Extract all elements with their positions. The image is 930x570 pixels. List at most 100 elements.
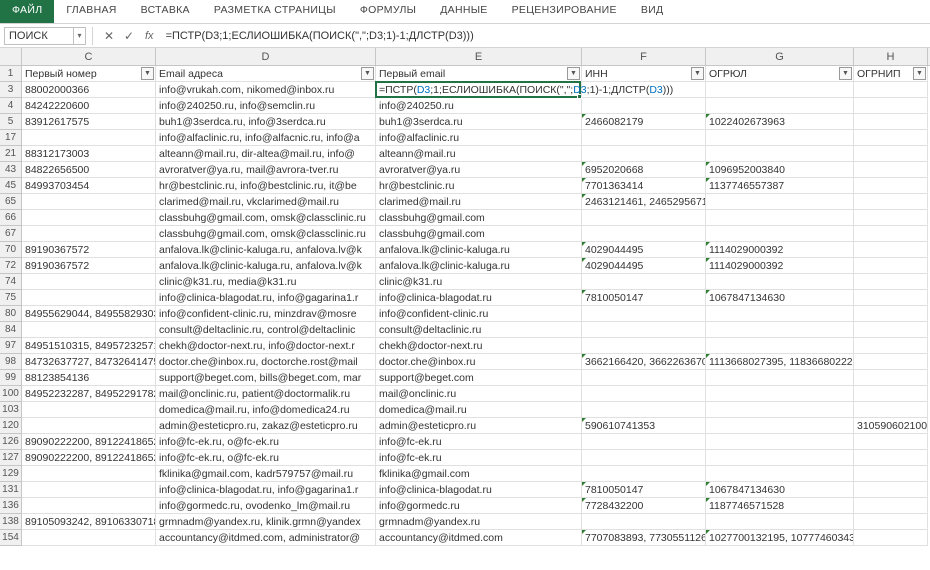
row-header[interactable]: 45 — [0, 178, 21, 194]
cell-h21[interactable] — [854, 146, 928, 161]
filter-dropdown-icon[interactable]: ▼ — [361, 67, 374, 80]
cell-e103[interactable]: domedica@mail.ru — [376, 402, 582, 417]
cell-e17[interactable]: info@alfaclinic.ru — [376, 130, 582, 145]
row-header[interactable]: 99 — [0, 370, 21, 386]
ribbon-tab-formulas[interactable]: ФОРМУЛЫ — [348, 0, 428, 23]
cell-g75[interactable]: 1067847134630 — [706, 290, 854, 305]
cell-d1[interactable]: Email адреса▼ — [156, 66, 376, 81]
row-header[interactable]: 97 — [0, 338, 21, 354]
cell-g67[interactable] — [706, 226, 854, 241]
row-header[interactable]: 103 — [0, 402, 21, 418]
cell-c100[interactable]: 84952232287, 84952291782, — [22, 386, 156, 401]
cell-e1[interactable]: Первый email▼ — [376, 66, 582, 81]
cell-e45[interactable]: hr@bestclinic.ru — [376, 178, 582, 193]
cell-g74[interactable] — [706, 274, 854, 289]
cell-g131[interactable]: 1067847134630 — [706, 482, 854, 497]
cell-f17[interactable] — [582, 130, 706, 145]
filter-dropdown-icon[interactable]: ▼ — [691, 67, 704, 80]
filter-dropdown-icon[interactable]: ▼ — [839, 67, 852, 80]
cell-h138[interactable] — [854, 514, 928, 529]
cell-g3[interactable] — [706, 82, 854, 97]
cell-g17[interactable] — [706, 130, 854, 145]
ribbon-tab-home[interactable]: ГЛАВНАЯ — [54, 0, 128, 23]
cell-f84[interactable] — [582, 322, 706, 337]
cell-d98[interactable]: doctor.che@inbox.ru, doctorche.rost@mail — [156, 354, 376, 369]
cell-c1[interactable]: Первый номер▼ — [22, 66, 156, 81]
cell-e98[interactable]: doctor.che@inbox.ru — [376, 354, 582, 369]
cell-g97[interactable] — [706, 338, 854, 353]
cell-f100[interactable] — [582, 386, 706, 401]
cell-c136[interactable] — [22, 498, 156, 513]
cell-d70[interactable]: anfalova.lk@clinic-kaluga.ru, anfalova.l… — [156, 242, 376, 257]
row-header[interactable]: 129 — [0, 466, 21, 482]
row-header[interactable]: 17 — [0, 130, 21, 146]
cell-c66[interactable] — [22, 210, 156, 225]
cell-f45[interactable]: 7701363414 — [582, 178, 706, 193]
cell-f72[interactable]: 4029044495 — [582, 258, 706, 273]
cell-h126[interactable] — [854, 434, 928, 449]
column-header-e[interactable]: E — [376, 48, 582, 65]
cell-f4[interactable] — [582, 98, 706, 113]
row-header[interactable]: 1 — [0, 66, 21, 82]
cell-d4[interactable]: info@240250.ru, info@semclin.ru — [156, 98, 376, 113]
cell-h74[interactable] — [854, 274, 928, 289]
cell-g129[interactable] — [706, 466, 854, 481]
row-header[interactable]: 66 — [0, 210, 21, 226]
cell-c97[interactable]: 84951510315, 84957232571, — [22, 338, 156, 353]
cell-d103[interactable]: domedica@mail.ru, info@domedica24.ru — [156, 402, 376, 417]
cell-g65[interactable] — [706, 194, 854, 209]
cell-g5[interactable]: 1022402673963 — [706, 114, 854, 129]
cell-g127[interactable] — [706, 450, 854, 465]
cell-e127[interactable]: info@fc-ek.ru — [376, 450, 582, 465]
cell-d126[interactable]: info@fc-ek.ru, o@fc-ek.ru — [156, 434, 376, 449]
cell-c45[interactable]: 84993703454 — [22, 178, 156, 193]
filter-dropdown-icon[interactable]: ▼ — [913, 67, 926, 80]
cell-h4[interactable] — [854, 98, 928, 113]
cell-e72[interactable]: anfalova.lk@clinic-kaluga.ru — [376, 258, 582, 273]
cells-area[interactable]: Первый номер▼Email адреса▼Первый email▼И… — [22, 66, 928, 546]
cell-c103[interactable] — [22, 402, 156, 417]
cell-h97[interactable] — [854, 338, 928, 353]
cell-d43[interactable]: avroratver@ya.ru, mail@avrora-tver.ru — [156, 162, 376, 177]
cell-g84[interactable] — [706, 322, 854, 337]
cell-e3[interactable]: =ПСТР(D3;1;ЕСЛИОШИБКА(ПОИСК(",";D3;1)-1;… — [376, 82, 582, 97]
cell-h5[interactable] — [854, 114, 928, 129]
cell-f74[interactable] — [582, 274, 706, 289]
cell-e65[interactable]: clarimed@mail.ru — [376, 194, 582, 209]
cell-h65[interactable] — [854, 194, 928, 209]
cell-h70[interactable] — [854, 242, 928, 257]
cell-f80[interactable] — [582, 306, 706, 321]
cell-g98[interactable]: 1113668027395, 1183668022229 — [706, 354, 854, 369]
cell-g103[interactable] — [706, 402, 854, 417]
row-header[interactable]: 3 — [0, 82, 21, 98]
cell-c154[interactable] — [22, 530, 156, 545]
cell-e84[interactable]: consult@deltaclinic.ru — [376, 322, 582, 337]
cell-e70[interactable]: anfalova.lk@clinic-kaluga.ru — [376, 242, 582, 257]
cell-f97[interactable] — [582, 338, 706, 353]
row-header[interactable]: 21 — [0, 146, 21, 162]
row-header[interactable]: 131 — [0, 482, 21, 498]
cell-e126[interactable]: info@fc-ek.ru — [376, 434, 582, 449]
cell-e154[interactable]: accountancy@itdmed.com — [376, 530, 582, 545]
cell-h72[interactable] — [854, 258, 928, 273]
select-all-corner[interactable] — [0, 48, 22, 65]
column-header-c[interactable]: C — [22, 48, 156, 65]
cell-g100[interactable] — [706, 386, 854, 401]
cell-d5[interactable]: buh1@3serdca.ru, info@3serdca.ru — [156, 114, 376, 129]
cell-g120[interactable] — [706, 418, 854, 433]
cell-e66[interactable]: classbuhg@gmail.com — [376, 210, 582, 225]
cell-c127[interactable]: 89090222200, 89122418652, — [22, 450, 156, 465]
column-header-d[interactable]: D — [156, 48, 376, 65]
ribbon-tab-file[interactable]: ФАЙЛ — [0, 0, 54, 23]
cell-f154[interactable]: 7707083893, 7730551126 — [582, 530, 706, 545]
cell-e100[interactable]: mail@onclinic.ru — [376, 386, 582, 401]
cell-c3[interactable]: 88002000366 — [22, 82, 156, 97]
cell-f98[interactable]: 3662166420, 3662263670 — [582, 354, 706, 369]
cell-g154[interactable]: 1027700132195, 1077746034360 — [706, 530, 854, 545]
row-header[interactable]: 100 — [0, 386, 21, 402]
cell-h129[interactable] — [854, 466, 928, 481]
row-header[interactable]: 75 — [0, 290, 21, 306]
column-header-f[interactable]: F — [582, 48, 706, 65]
cell-c80[interactable]: 84955629044, 84955829303, — [22, 306, 156, 321]
cell-d138[interactable]: grmnadm@yandex.ru, klinik.grmn@yandex — [156, 514, 376, 529]
